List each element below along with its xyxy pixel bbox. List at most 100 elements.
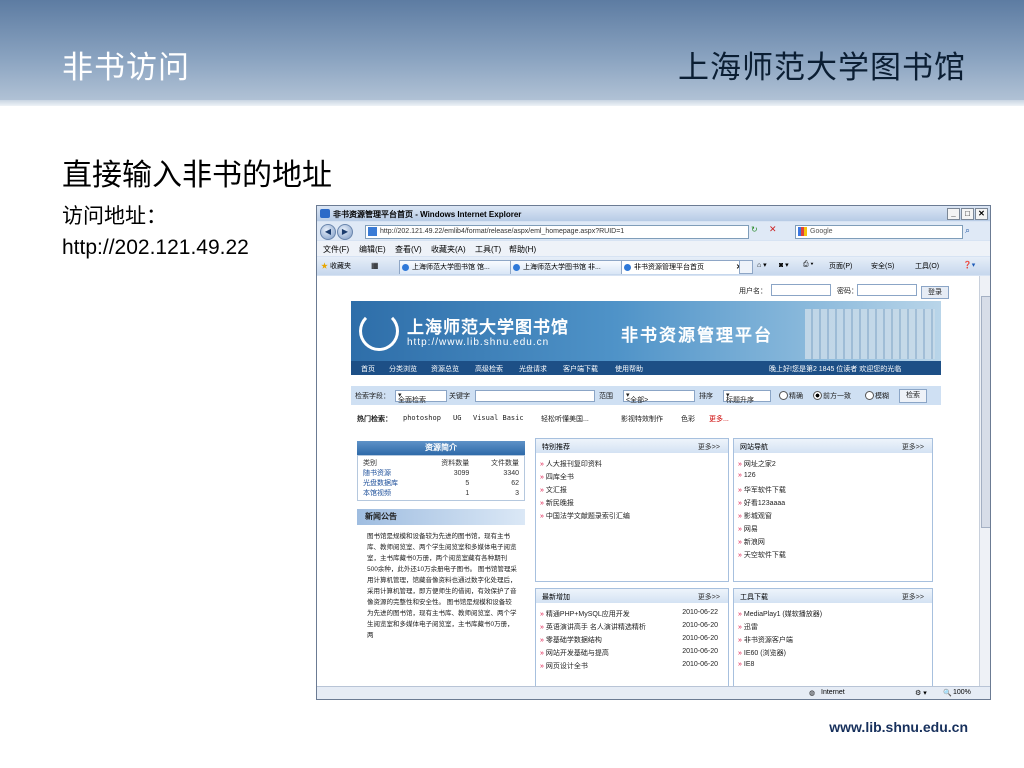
list-item[interactable]: IE60 (浏览器) <box>738 648 928 661</box>
password-field[interactable] <box>857 284 917 296</box>
search-input[interactable]: Google <box>795 225 963 239</box>
nav-browse[interactable]: 分类浏览 <box>389 364 417 374</box>
tools-safety[interactable]: 安全(S) <box>871 261 894 271</box>
keyword-input[interactable] <box>475 390 595 402</box>
page-icon <box>402 264 409 271</box>
featured-title: 特别推荐 <box>542 444 570 451</box>
login-button[interactable]: 登录 <box>921 286 949 299</box>
field-select[interactable]: 全面检索 ▾ <box>395 390 447 404</box>
list-item[interactable]: 精通PHP+MySQL应用开发2010-06-22 <box>540 609 724 622</box>
nav-overview[interactable]: 资源总览 <box>431 364 459 374</box>
protected-mode-icon[interactable]: ⚙ ▾ <box>915 689 927 697</box>
maximize-icon[interactable]: □ <box>961 208 974 220</box>
sort-select[interactable]: 标题升序 ▾ <box>723 390 771 404</box>
page-icon <box>368 227 377 236</box>
hot-item[interactable]: 影视特效制作 <box>621 414 663 424</box>
list-item[interactable]: 新浪网 <box>738 537 928 550</box>
exact-radio[interactable] <box>779 391 788 400</box>
latest-more[interactable]: 更多>> <box>698 592 720 602</box>
list-item[interactable]: 网易 <box>738 524 928 537</box>
hot-item[interactable]: photoshop <box>403 414 441 422</box>
menu-view[interactable]: 查看(V) <box>395 244 422 255</box>
vertical-scrollbar[interactable] <box>979 276 990 686</box>
nav-advanced-search[interactable]: 高级检索 <box>475 364 503 374</box>
list-item[interactable]: 网站开发基础与提高2010-06-20 <box>540 648 724 661</box>
hot-item[interactable]: Visual Basic <box>473 414 524 422</box>
list-item[interactable]: 天空软件下载 <box>738 550 928 563</box>
help-icon[interactable]: ❓▾ <box>963 261 975 269</box>
list-item[interactable]: 文汇报 <box>540 485 724 498</box>
forward-icon[interactable]: ▶ <box>337 224 353 240</box>
nav-cd-request[interactable]: 光盘请求 <box>519 364 547 374</box>
hot-item[interactable]: 轻松听懂美国... <box>541 414 589 424</box>
username-field[interactable] <box>771 284 831 296</box>
stop-icon[interactable]: ✕ <box>769 224 777 235</box>
search-button[interactable]: 检索 <box>899 389 927 403</box>
list-item[interactable]: 126 <box>738 472 928 485</box>
url-input[interactable]: http://202.121.49.22/emlib4/format/relea… <box>365 225 749 239</box>
quick-tabs-icon[interactable]: ▦ <box>371 261 379 270</box>
list-item[interactable]: 网址之家2 <box>738 459 928 472</box>
stats-category[interactable]: 随书资源 <box>361 468 422 478</box>
list-item[interactable]: 好看123aaaa <box>738 498 928 511</box>
list-item[interactable]: 四库全书 <box>540 472 724 485</box>
stats-category[interactable]: 光盘数据库 <box>361 478 422 488</box>
footer-url[interactable]: www.lib.shnu.edu.cn <box>829 719 968 735</box>
close-icon[interactable]: ✕ <box>975 208 988 220</box>
list-item[interactable]: 非书资源客户端 <box>738 635 928 648</box>
news-body: 图书馆是规模和设备较为先进的图书馆，现有主书库、教师阅览室、两个学生阅览室和多媒… <box>357 525 525 671</box>
fuzzy-radio[interactable] <box>865 391 874 400</box>
list-item[interactable]: MediaPlay1 (媒软播放器) <box>738 609 928 622</box>
back-icon[interactable]: ◀ <box>320 224 336 240</box>
list-item[interactable]: 影城观窗 <box>738 511 928 524</box>
featured-more[interactable]: 更多>> <box>698 442 720 452</box>
home-icon[interactable]: ⌂ ▾ <box>757 261 767 269</box>
navsite-more[interactable]: 更多>> <box>902 442 924 452</box>
list-item[interactable]: 英语演讲高手 名人演讲精选精析2010-06-20 <box>540 622 724 635</box>
prefix-label: 前方一致 <box>823 393 851 400</box>
hot-item[interactable]: UG <box>453 414 461 422</box>
range-select[interactable]: <全部> ▾ <box>623 390 695 404</box>
tab-library-1[interactable]: 上海师范大学图书馆 馆... <box>399 260 519 274</box>
nav-home[interactable]: 首页 <box>361 364 375 374</box>
prefix-radio[interactable] <box>813 391 822 400</box>
feeds-icon[interactable]: ◙ ▾ <box>779 261 789 269</box>
menu-tools[interactable]: 工具(T) <box>475 244 501 255</box>
hot-item[interactable]: 色彩 <box>681 414 695 424</box>
minimize-icon[interactable]: _ <box>947 208 960 220</box>
tools-more[interactable]: 更多>> <box>902 592 924 602</box>
nav-help[interactable]: 使用帮助 <box>615 364 643 374</box>
stats-cell: 3340 <box>503 469 519 477</box>
zoom-icon[interactable]: 🔍 <box>943 689 952 697</box>
zoom-level[interactable]: 100% <box>953 689 971 696</box>
ie-icon <box>320 209 330 218</box>
news-title: 新闻公告 <box>357 509 525 525</box>
refresh-icon[interactable]: ↻ <box>751 225 758 234</box>
favorites-button[interactable]: ★ 收藏夹 <box>321 261 351 271</box>
hot-more[interactable]: 更多... <box>709 414 729 424</box>
stats-category[interactable]: 本馆视频 <box>361 488 422 498</box>
menu-favorites[interactable]: 收藏夹(A) <box>431 244 466 255</box>
tab-library-2[interactable]: 上海师范大学图书馆 非... <box>510 260 630 274</box>
nav-client-download[interactable]: 客户端下载 <box>563 364 598 374</box>
tab-active[interactable]: 非书资源管理平台首页 ✕ <box>621 260 747 274</box>
list-item[interactable]: 人大报刊复印资料 <box>540 459 724 472</box>
tools-tools[interactable]: 工具(O) <box>915 261 939 271</box>
menu-help[interactable]: 帮助(H) <box>509 244 536 255</box>
list-item[interactable]: IE8 <box>738 661 928 674</box>
new-tab-button[interactable] <box>739 260 753 274</box>
menu-file[interactable]: 文件(F) <box>323 244 349 255</box>
tools-page[interactable]: 页面(P) <box>829 261 852 271</box>
list-item[interactable]: 网页设计全书2010-06-20 <box>540 661 724 674</box>
print-icon[interactable]: ⎙ ▾ <box>803 261 814 269</box>
list-item[interactable]: 迅雷 <box>738 622 928 635</box>
list-item[interactable]: 新民晚报 <box>540 498 724 511</box>
list-item[interactable]: 华军软件下载 <box>738 485 928 498</box>
field-label: 检索字段： <box>355 393 390 400</box>
search-icon[interactable]: ⌕ <box>965 225 970 236</box>
menu-edit[interactable]: 编辑(E) <box>359 244 386 255</box>
list-item[interactable]: 中国法学文献题录索引汇编 <box>540 511 724 524</box>
tools-title: 工具下载 <box>740 594 768 601</box>
scrollbar-thumb[interactable] <box>981 296 990 528</box>
list-item[interactable]: 零基础学数据结构2010-06-20 <box>540 635 724 648</box>
